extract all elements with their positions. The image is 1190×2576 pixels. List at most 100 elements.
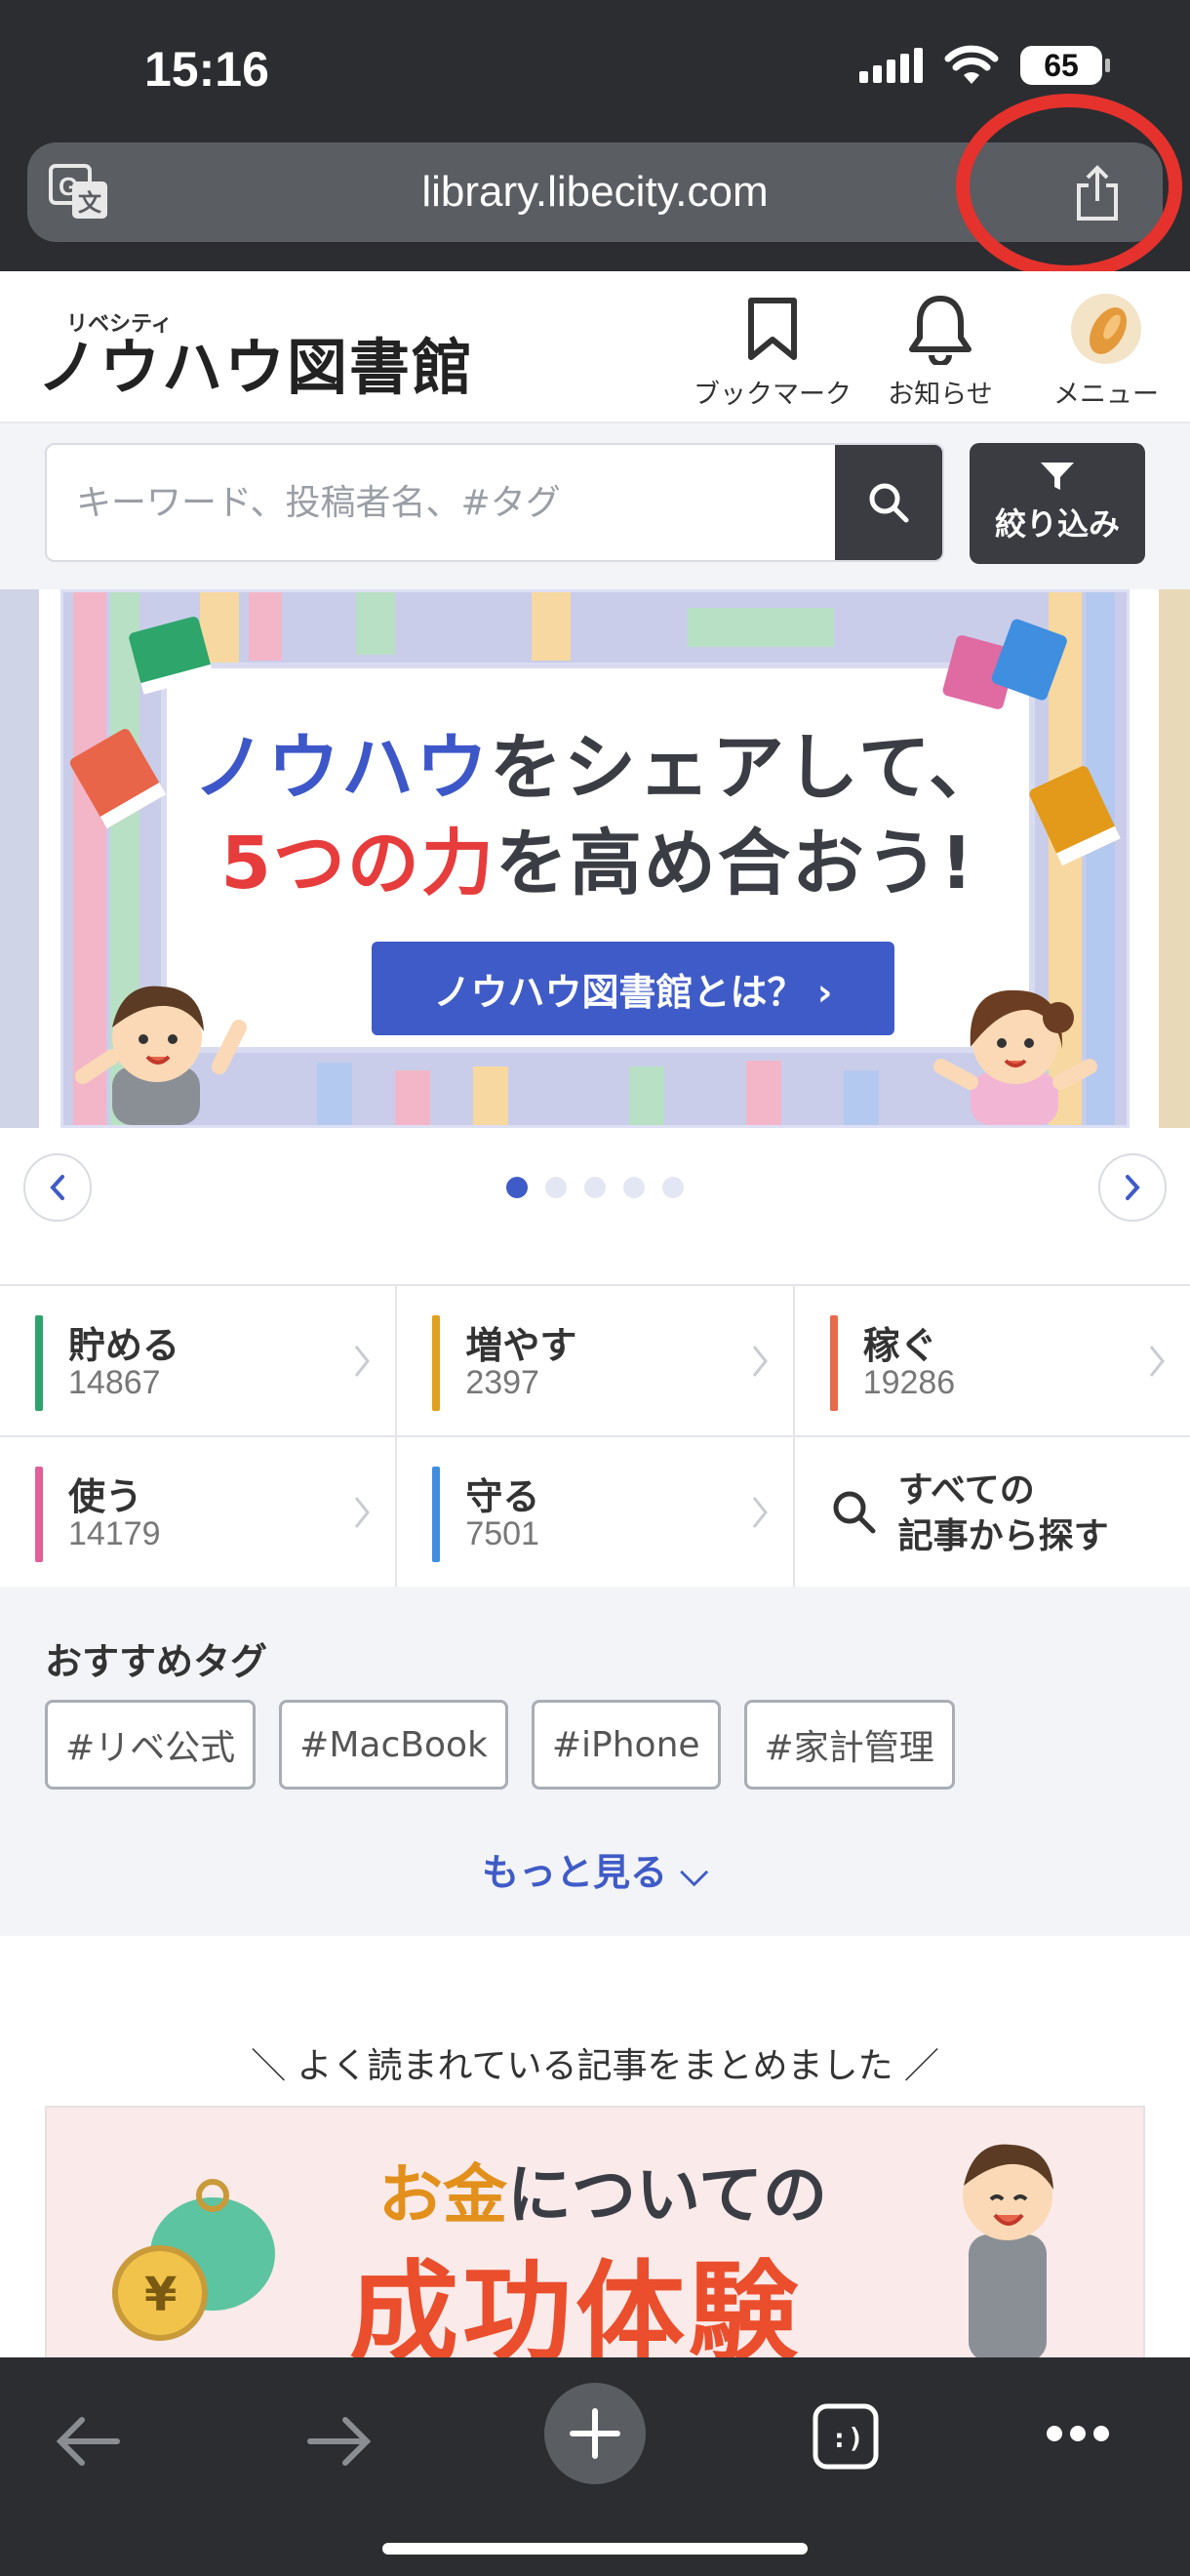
popular-banner-line2: 成功体験	[349, 2250, 802, 2359]
category-count: 19286	[862, 1364, 956, 1401]
category-count: 2397	[465, 1364, 539, 1401]
category-increase[interactable]: 増やす 2397	[397, 1286, 793, 1435]
tag-chip[interactable]: #MacBook	[279, 1700, 508, 1790]
status-time: 15:16	[144, 42, 269, 97]
category-grid: 貯める 14867 増やす 2397 稼ぐ 19286 使う 14179 守る …	[0, 1284, 1190, 1587]
carousel-dot[interactable]	[545, 1177, 567, 1198]
tag-chip[interactable]: #リベ公式	[45, 1700, 257, 1790]
tabs-button[interactable]: :)	[812, 2402, 880, 2471]
banner-headline-1: ノウハウをシェアして、	[192, 726, 1004, 810]
tag-list: #リベ公式 #MacBook #iPhone #家計管理	[45, 1700, 955, 1790]
next-slide-peek	[1159, 589, 1190, 1128]
back-button[interactable]	[53, 2414, 121, 2469]
category-earn[interactable]: 稼ぐ 19286	[794, 1286, 1190, 1435]
carousel-dots	[0, 1177, 1190, 1198]
signal-icon	[859, 48, 923, 83]
bookmark-button[interactable]: ブックマーク	[685, 291, 860, 411]
about-library-button[interactable]: ノウハウ図書館とは？ ›	[372, 942, 894, 1035]
red-book-icon	[69, 729, 167, 829]
category-name: 貯める	[68, 1324, 180, 1367]
category-name: 使う	[68, 1475, 143, 1518]
category-name: 増やす	[465, 1324, 577, 1367]
category-count: 14867	[68, 1364, 161, 1401]
svg-text::): :)	[831, 2422, 864, 2454]
tabs-icon: :)	[813, 2403, 879, 2470]
search-icon	[833, 1491, 876, 1534]
menu-avatar-icon	[1071, 294, 1141, 364]
popular-article-banner[interactable]: ¥ お金についての 成功体験	[45, 2106, 1145, 2359]
carousel-dot[interactable]	[662, 1177, 684, 1198]
category-color-bar	[432, 1467, 441, 1562]
recommended-tags: おすすめタグ #リベ公式 #MacBook #iPhone #家計管理 もっと見…	[0, 1587, 1190, 1936]
chevron-right-icon	[752, 1346, 768, 1377]
search-all-label: すべての 記事から探す	[897, 1470, 1109, 1556]
menu-button[interactable]: メニュー	[1018, 291, 1190, 411]
carousel-next-button[interactable]	[1098, 1153, 1167, 1222]
banner-slide[interactable]: ノウハウをシェアして、 5つの力を高め合おう! ノウハウ図書館とは？ ›	[60, 589, 1130, 1128]
show-more-link[interactable]: もっと見る ⌵	[0, 1842, 1190, 1896]
filter-button[interactable]: 絞り込み	[970, 443, 1145, 564]
tags-title: おすすめタグ	[45, 1640, 268, 1683]
search-box	[45, 443, 944, 562]
popular-heading: ＼ よく読まれている記事をまとめました ／	[251, 2046, 939, 2086]
plus-icon	[570, 2408, 620, 2459]
category-color-bar	[829, 1315, 838, 1411]
tag-chip[interactable]: #iPhone	[531, 1700, 721, 1790]
arrow-left-icon	[56, 2417, 120, 2466]
category-save[interactable]: 貯める 14867	[0, 1286, 396, 1435]
category-use[interactable]: 使う 14179	[0, 1437, 396, 1587]
search-button[interactable]	[835, 445, 942, 560]
coin-purse-icon: ¥	[112, 2179, 275, 2341]
character-illustration	[963, 2144, 1053, 2357]
notification-label: お知らせ	[888, 380, 993, 410]
svg-text:¥: ¥	[144, 2268, 177, 2322]
female-character-illustration	[933, 989, 1097, 1125]
popular-banner-line1: お金についての	[378, 2157, 828, 2233]
forward-button[interactable]	[306, 2414, 375, 2469]
tag-chip[interactable]: #家計管理	[743, 1700, 955, 1790]
category-protect[interactable]: 守る 7501	[397, 1437, 793, 1587]
new-tab-button[interactable]	[544, 2383, 646, 2484]
chevron-right-icon	[1149, 1346, 1165, 1377]
bookmark-label: ブックマーク	[694, 380, 852, 410]
home-indicator	[382, 2543, 808, 2555]
notification-button[interactable]: お知らせ	[853, 291, 1028, 411]
status-icons: 65	[859, 45, 1110, 86]
search-area: 絞り込み	[0, 423, 1190, 589]
wifi-icon	[944, 45, 999, 84]
battery-indicator: 65	[1020, 46, 1110, 85]
category-color-bar	[35, 1315, 43, 1411]
filter-icon	[1041, 463, 1074, 490]
category-color-bar	[432, 1315, 441, 1411]
bookmark-icon	[748, 298, 797, 360]
category-count: 7501	[465, 1515, 539, 1552]
green-book-icon	[129, 616, 214, 695]
chevron-right-icon	[355, 1346, 371, 1377]
site-logo[interactable]: リベシティ ノウハウ図書館	[37, 306, 474, 398]
logo-title: ノウハウ図書館	[37, 332, 475, 403]
prev-slide-peek	[0, 589, 39, 1128]
category-name: 守る	[465, 1475, 540, 1518]
banner-card: ノウハウをシェアして、 5つの力を高め合おう! ノウハウ図書館とは？ ›	[161, 663, 1035, 1053]
more-menu-button[interactable]	[1046, 2424, 1110, 2443]
orange-book-icon	[1029, 766, 1121, 866]
chevron-right-icon	[752, 1497, 768, 1528]
category-count: 14179	[68, 1515, 161, 1552]
banner-headline-2: 5つの力を高め合おう!	[220, 822, 975, 906]
chevron-right-icon	[1126, 1175, 1140, 1200]
site-header: リベシティ ノウハウ図書館 ブックマーク お知らせ メニュー	[0, 271, 1190, 423]
search-all-articles-button[interactable]: すべての 記事から探す	[794, 1437, 1190, 1587]
carousel-dot[interactable]	[623, 1177, 645, 1198]
highlight-circle	[956, 94, 1182, 279]
filter-label: 絞り込み	[994, 505, 1120, 543]
chevron-right-icon	[355, 1497, 371, 1528]
bell-icon	[909, 296, 972, 365]
carousel-dot[interactable]	[506, 1177, 528, 1198]
carousel-dot[interactable]	[584, 1177, 606, 1198]
arrow-right-icon	[307, 2417, 372, 2466]
banner-carousel: ノウハウをシェアして、 5つの力を高め合おう! ノウハウ図書館とは？ ›	[0, 589, 1190, 1284]
search-input[interactable]	[47, 445, 835, 560]
search-icon	[869, 483, 909, 523]
more-dots-icon	[1047, 2426, 1109, 2441]
menu-label: メニュー	[1053, 380, 1159, 410]
